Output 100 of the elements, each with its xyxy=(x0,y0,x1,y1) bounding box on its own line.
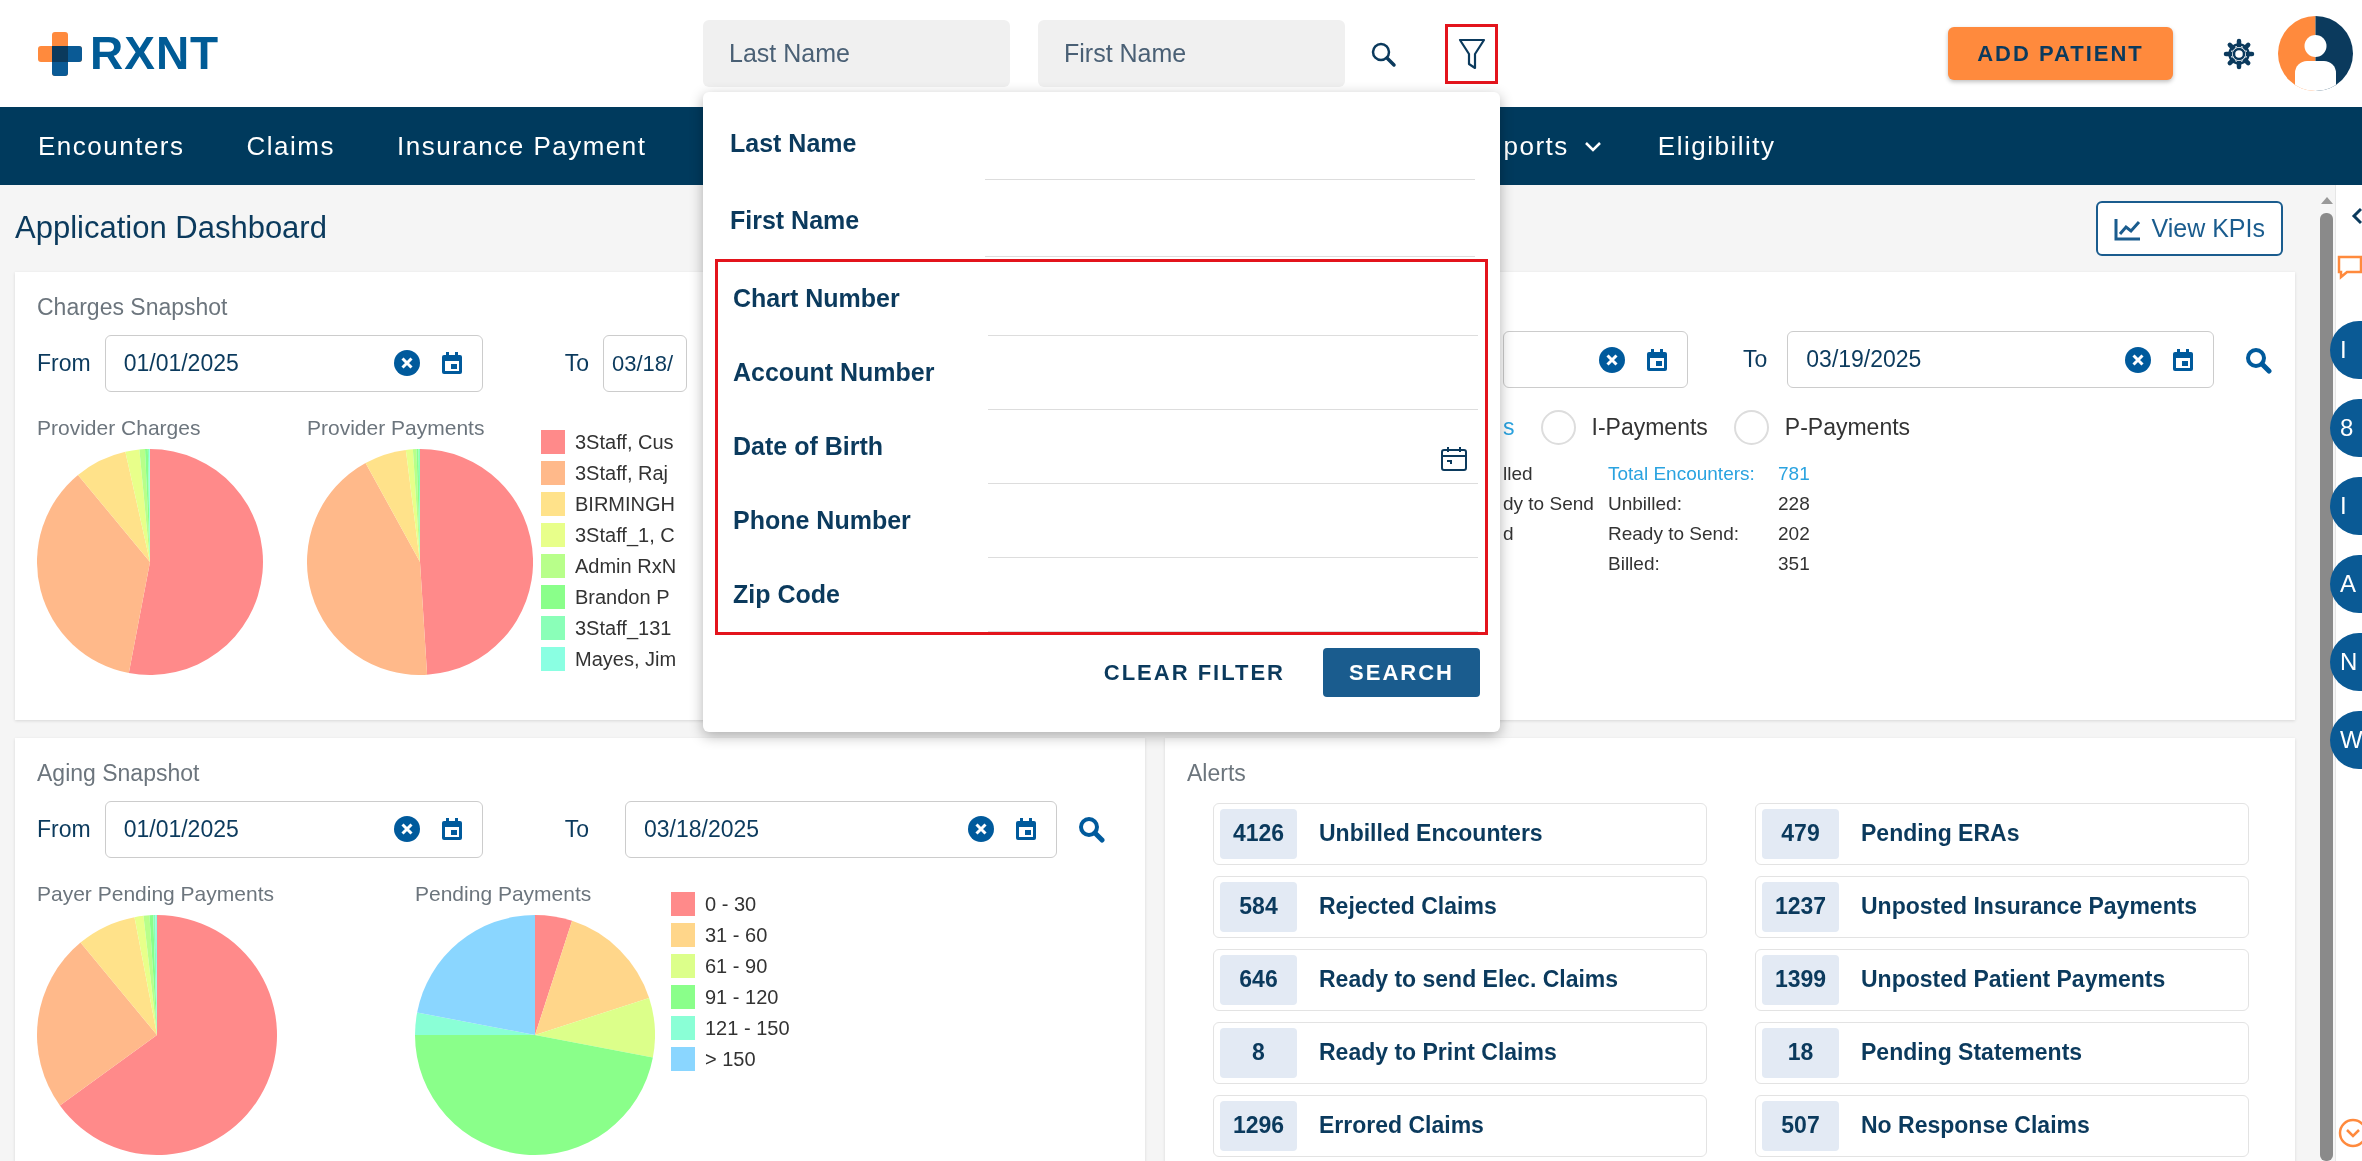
legend-label: 3Staff_131 xyxy=(575,615,672,642)
date-field[interactable]: 03/19/2025 xyxy=(1787,331,2215,388)
count-badge: 1296 xyxy=(1220,1100,1297,1151)
clear-icon[interactable] xyxy=(393,350,420,376)
alert-label: Pending ERAs xyxy=(1861,819,2020,849)
field-label: To xyxy=(1743,345,1768,375)
search-field[interactable]: First Name xyxy=(1038,20,1345,87)
date-field[interactable]: 01/01/2025 xyxy=(104,800,483,858)
field-label: To xyxy=(564,814,589,844)
field-label: Date of Birth xyxy=(733,431,884,463)
date-field[interactable] xyxy=(1503,331,1688,388)
clear-icon[interactable] xyxy=(2125,346,2152,373)
legend-label: Admin RxN xyxy=(575,553,677,579)
count-badge: 8 xyxy=(1220,1027,1297,1078)
field-label: Chart Number xyxy=(733,283,901,315)
search-icon[interactable] xyxy=(2244,345,2273,374)
avatar-icon[interactable] xyxy=(2278,16,2353,91)
nav-item[interactable]: Eligibility xyxy=(1657,126,1776,166)
legend-label: 3Staff, Cus xyxy=(575,429,674,455)
page-title: Application Dashboard xyxy=(15,209,327,248)
legend-label: > 150 xyxy=(705,1046,756,1072)
alert-item[interactable]: 8 Ready to Print Claims xyxy=(1213,1021,1707,1084)
field-label: Zip Code xyxy=(733,579,841,611)
clear-icon[interactable] xyxy=(967,816,994,842)
calendar-icon[interactable] xyxy=(1440,446,1468,472)
radio-label[interactable]: P-Payments xyxy=(1784,410,1911,445)
stat-label: Billed: xyxy=(1608,552,1661,576)
date-field[interactable]: 03/18/ xyxy=(602,334,687,392)
calendar-icon[interactable] xyxy=(2171,347,2196,372)
stat-label: Unbilled: xyxy=(1608,492,1683,516)
alert-label: Ready to send Elec. Claims xyxy=(1319,965,1619,995)
logo-icon xyxy=(38,31,82,76)
alert-label: Errored Claims xyxy=(1319,1111,1484,1141)
nav-item[interactable]: Insurance Payment xyxy=(397,126,647,166)
settings-icon[interactable] xyxy=(2223,37,2255,70)
alert-label: Unbilled Encounters xyxy=(1319,819,1543,849)
calendar-icon[interactable] xyxy=(439,817,464,841)
nav-item[interactable]: ports xyxy=(1503,126,1603,166)
count-badge: 584 xyxy=(1220,881,1297,932)
legend-label: 121 - 150 xyxy=(705,1015,790,1041)
search-icon[interactable] xyxy=(1076,815,1105,843)
count-badge: 4126 xyxy=(1220,808,1297,859)
scrollbar-thumb[interactable] xyxy=(2320,213,2333,1161)
alert-item[interactable]: 646 Ready to send Elec. Claims xyxy=(1213,948,1707,1011)
calendar-icon[interactable] xyxy=(1645,347,1669,372)
calendar-icon[interactable] xyxy=(439,351,464,375)
alert-label: No Response Claims xyxy=(1861,1111,2090,1141)
alert-item[interactable]: 507 No Response Claims xyxy=(1755,1094,2249,1157)
nav-item[interactable]: Encounters xyxy=(38,126,185,166)
alert-item[interactable]: 584 Rejected Claims xyxy=(1213,875,1707,938)
alert-label: Ready to Print Claims xyxy=(1319,1038,1557,1068)
alert-item[interactable]: 1237 Unposted Insurance Payments xyxy=(1755,875,2249,938)
calendar-icon[interactable] xyxy=(1013,817,1038,841)
view-kpis-button[interactable]: View KPIs xyxy=(2095,201,2283,256)
add-patient-button[interactable]: ADD PATIENT xyxy=(1948,27,2173,80)
alert-item[interactable]: 4126 Unbilled Encounters xyxy=(1213,802,1707,865)
alert-label: Rejected Claims xyxy=(1319,892,1497,922)
field-label: Account Number xyxy=(733,357,936,389)
clear-icon[interactable] xyxy=(393,816,420,842)
stat-value: 351 xyxy=(1778,552,1811,576)
legend-label: 3Staff, Raj xyxy=(575,460,669,486)
stat-value: 228 xyxy=(1778,492,1811,516)
stat-label: Ready to Send: xyxy=(1608,522,1740,546)
legend-label: 61 - 90 xyxy=(705,953,768,979)
chart-title: Provider Payments xyxy=(307,414,486,441)
scroll-up-icon[interactable] xyxy=(2319,195,2334,205)
chart-title: Payer Pending Payments xyxy=(37,880,275,907)
alert-item[interactable]: 479 Pending ERAs xyxy=(1755,802,2249,865)
filter-icon xyxy=(1456,36,1487,71)
date-field[interactable]: 01/01/2025 xyxy=(104,334,483,392)
radio-button[interactable] xyxy=(1733,410,1769,445)
chevron-left-icon[interactable] xyxy=(2351,207,2362,225)
alert-item[interactable]: 1296 Errored Claims xyxy=(1213,1094,1707,1157)
nav-item[interactable]: Claims xyxy=(246,126,335,166)
count-badge: 507 xyxy=(1762,1100,1839,1151)
search-button[interactable]: SEARCH xyxy=(1323,648,1480,697)
radio-label[interactable]: I-Payments xyxy=(1591,410,1708,445)
alert-item[interactable]: 18 Pending Statements xyxy=(1755,1021,2249,1084)
clear-icon[interactable] xyxy=(1599,346,1625,373)
radio-button[interactable] xyxy=(1540,410,1576,445)
field-label: From xyxy=(37,348,91,378)
card-title: Charges Snapshot xyxy=(37,293,228,322)
clear-filter-button[interactable]: CLEAR FILTER xyxy=(1091,648,1297,697)
alert-label: Unposted Insurance Payments xyxy=(1861,892,2198,922)
field-label: Last Name xyxy=(730,127,858,159)
legend-label: BIRMINGH xyxy=(575,491,675,517)
legend-label: 3Staff_1, C xyxy=(575,522,675,549)
date-field[interactable]: 03/18/2025 xyxy=(624,800,1057,858)
alert-label: Unposted Patient Payments xyxy=(1861,965,2166,995)
count-badge: 18 xyxy=(1762,1027,1839,1078)
field-label: First Name xyxy=(730,204,861,236)
alert-label: Pending Statements xyxy=(1861,1038,2083,1068)
stat-label: Total Encounters: xyxy=(1608,462,1756,486)
chart-icon xyxy=(2113,216,2142,241)
count-badge: 1237 xyxy=(1762,881,1839,932)
search-field[interactable]: Last Name xyxy=(703,20,1010,87)
filter-button[interactable] xyxy=(1445,23,1498,84)
alert-item[interactable]: 1399 Unposted Patient Payments xyxy=(1755,948,2249,1011)
field-label: From xyxy=(37,814,91,844)
legend-label: Brandon P xyxy=(575,584,670,610)
